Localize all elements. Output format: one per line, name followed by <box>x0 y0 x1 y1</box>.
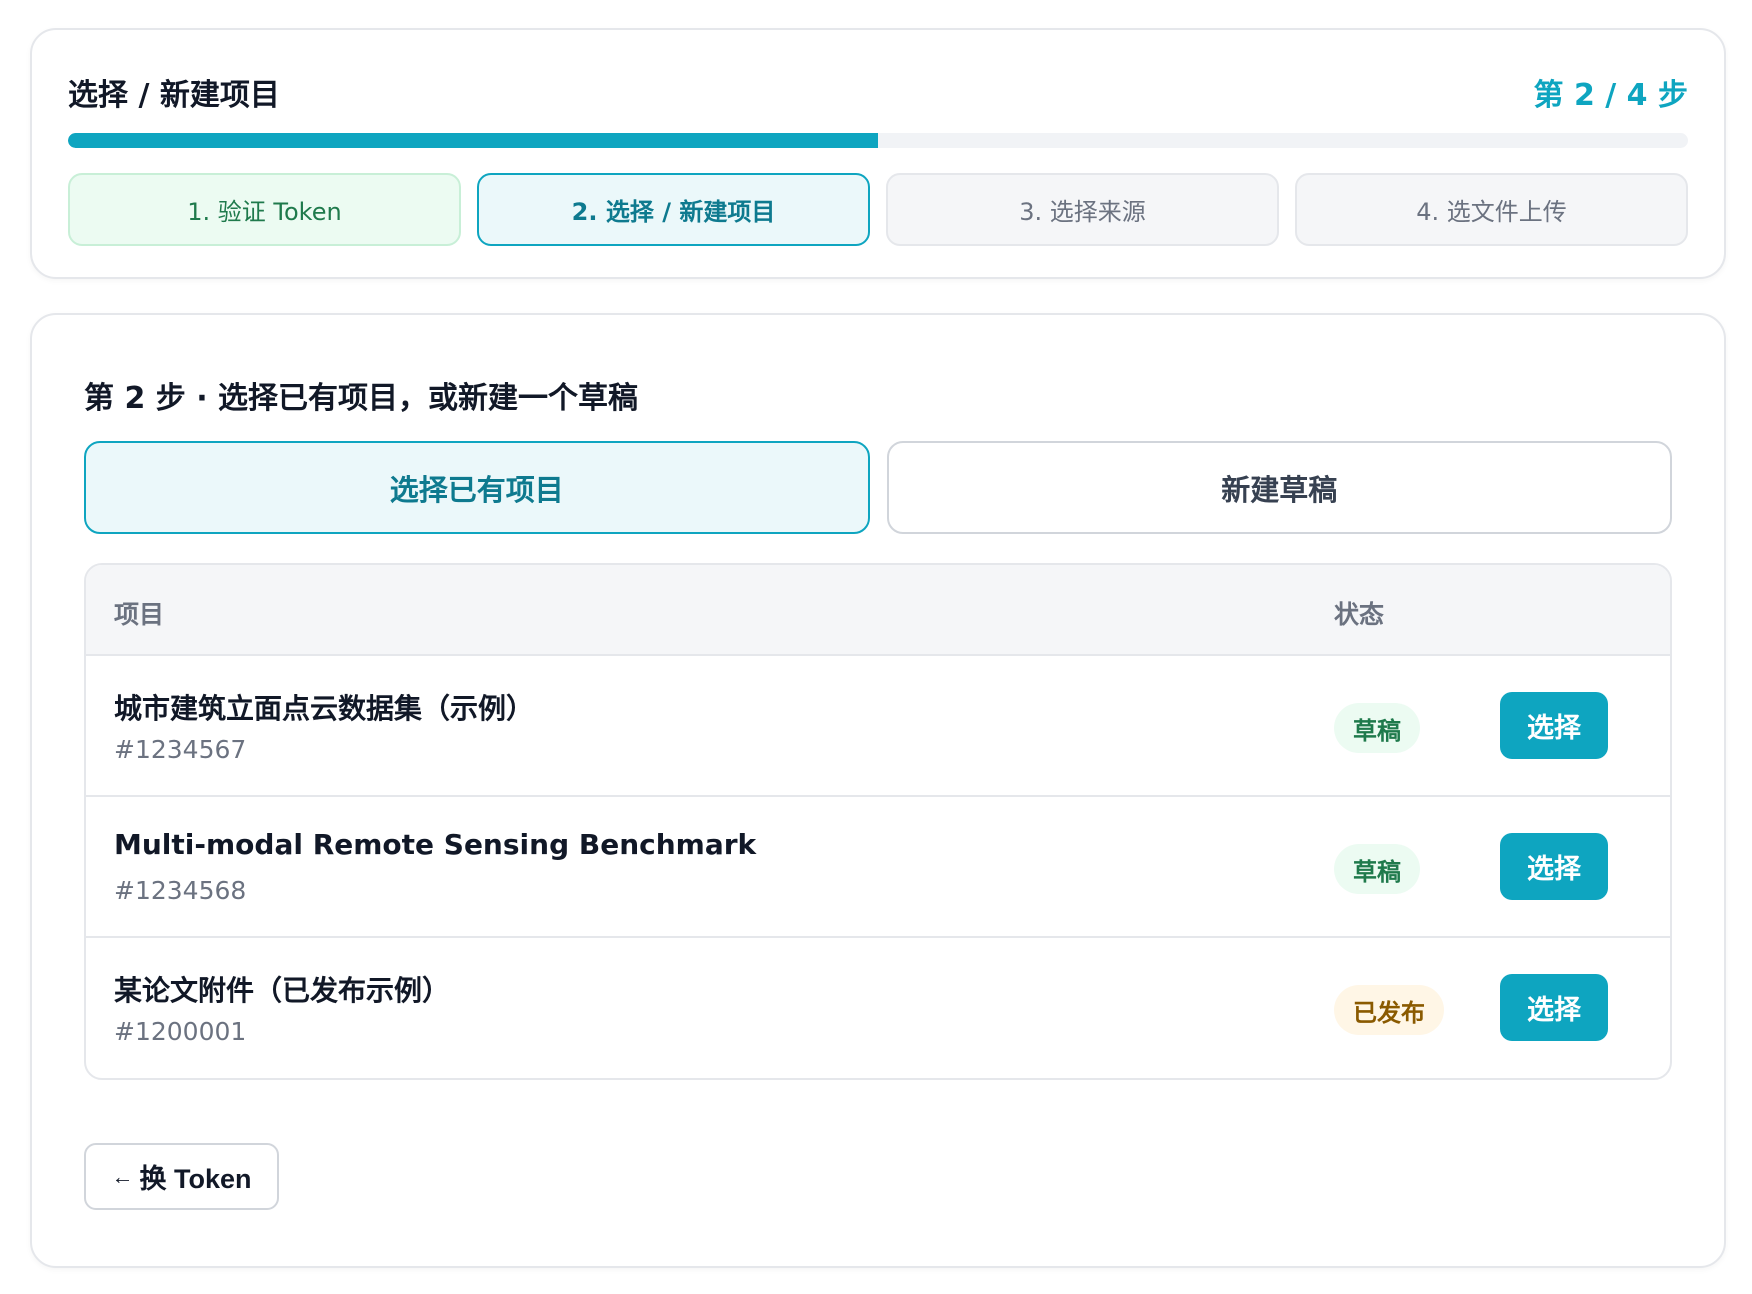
progress-card: 选择 / 新建项目 第 2 / 4 步 1. 验证 Token 2. 选择 / … <box>30 28 1726 279</box>
step-verify-token: 1. 验证 Token <box>68 173 461 246</box>
progress-bar <box>68 133 1688 148</box>
project-name: Multi-modal Remote Sensing Benchmark <box>114 828 757 861</box>
column-header-status: 状态 <box>1334 600 1385 629</box>
page-title: 选择 / 新建项目 <box>68 78 280 113</box>
table-row: 城市建筑立面点云数据集（示例） #1234567 草稿 选择 <box>86 656 1670 797</box>
project-name: 城市建筑立面点云数据集（示例） <box>114 692 535 725</box>
project-id: #1234568 <box>114 876 247 905</box>
change-token-label: 换 Token <box>139 1164 252 1194</box>
table-row: Multi-modal Remote Sensing Benchmark #12… <box>86 797 1670 938</box>
status-badge: 已发布 <box>1334 985 1444 1035</box>
select-button[interactable]: 选择 <box>1500 692 1608 759</box>
status-badge: 草稿 <box>1334 703 1420 753</box>
arrow-left-icon: ← <box>111 1163 134 1189</box>
step-select-project: 2. 选择 / 新建项目 <box>477 173 870 246</box>
tab-new-draft[interactable]: 新建草稿 <box>886 441 1672 534</box>
project-id: #1200001 <box>114 1017 247 1046</box>
change-token-button[interactable]: ← 换 Token <box>84 1143 279 1210</box>
section-heading: 第 2 步 · 选择已有项目，或新建一个草稿 <box>84 381 639 416</box>
mode-tabs: 选择已有项目 新建草稿 <box>84 441 1672 534</box>
select-button[interactable]: 选择 <box>1500 833 1608 900</box>
table-row: 某论文附件（已发布示例） #1200001 已发布 选择 <box>86 938 1670 1078</box>
project-name: 某论文附件（已发布示例） <box>114 974 451 1007</box>
step-indicator: 第 2 / 4 步 <box>1533 78 1688 113</box>
tab-select-existing[interactable]: 选择已有项目 <box>84 441 870 534</box>
step-list: 1. 验证 Token 2. 选择 / 新建项目 3. 选择来源 4. 选文件上… <box>68 173 1688 246</box>
main-card: 第 2 步 · 选择已有项目，或新建一个草稿 选择已有项目 新建草稿 项目 状态… <box>30 313 1726 1268</box>
step-select-source: 3. 选择来源 <box>886 173 1279 246</box>
project-table: 项目 状态 城市建筑立面点云数据集（示例） #1234567 草稿 选择 Mul… <box>84 563 1672 1080</box>
select-button[interactable]: 选择 <box>1500 974 1608 1041</box>
progress-bar-fill <box>68 133 878 148</box>
table-header: 项目 状态 <box>86 565 1670 656</box>
project-id: #1234567 <box>114 735 247 764</box>
column-header-name: 项目 <box>114 600 165 629</box>
step-upload-files: 4. 选文件上传 <box>1295 173 1688 246</box>
status-badge: 草稿 <box>1334 844 1420 894</box>
